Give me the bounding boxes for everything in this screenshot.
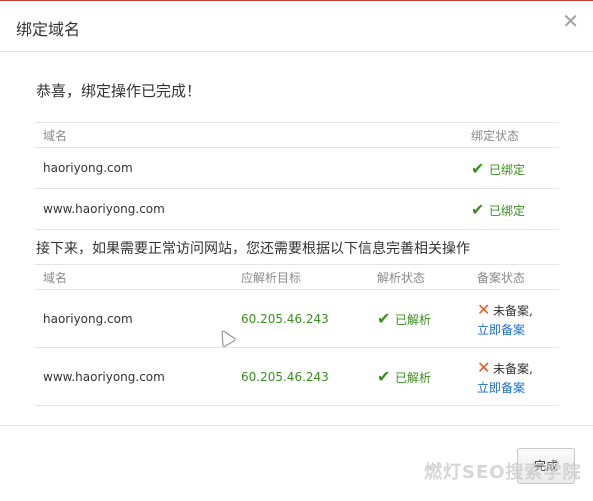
bind-domain-dialog: 绑定域名 ✕ 恭喜，绑定操作已完成！ 域名 绑定状态 haoriyong.com… xyxy=(0,0,593,500)
target-ip-cell: 60.205.46.243 xyxy=(233,289,369,348)
check-icon: ✔ xyxy=(471,199,485,219)
dns-status-cell: ✔ 已解析 xyxy=(369,289,469,348)
bind-status-text: 已绑定 xyxy=(489,203,526,218)
header-domain: 域名 xyxy=(35,264,233,290)
cross-icon: ✕ xyxy=(477,357,491,377)
header-domain: 域名 xyxy=(35,122,463,148)
bind-status-text: 已绑定 xyxy=(489,162,526,177)
dialog-header: 绑定域名 ✕ xyxy=(0,1,593,52)
watermark: 燃灯SEO搜索学院 xyxy=(424,462,582,483)
record-status-cell: ✕ 未备案, 立即备案 xyxy=(469,347,559,406)
table-row: haoriyong.com 60.205.46.243 ✔ 已解析 ✕ 未备案, 立… xyxy=(35,289,559,348)
domain-cell: www.haoriyong.com xyxy=(35,188,463,230)
domain-cell: haoriyong.com xyxy=(35,147,463,189)
check-icon: ✔ xyxy=(471,158,485,178)
header-bind-status: 绑定状态 xyxy=(463,122,559,148)
header-dns-status: 解析状态 xyxy=(369,264,469,290)
table-row: www.haoriyong.com ✔ 已绑定 xyxy=(35,188,559,230)
check-icon: ✔ xyxy=(377,367,391,386)
check-icon: ✔ xyxy=(377,309,391,328)
cross-icon: ✕ xyxy=(477,299,491,319)
domain-cell: www.haoriyong.com xyxy=(35,347,233,406)
bound-domains-table: 域名 绑定状态 haoriyong.com ✔ 已绑定 www.haoriyong… xyxy=(35,122,559,230)
record-status-cell: ✕ 未备案, 立即备案 xyxy=(469,289,559,348)
register-record-link[interactable]: 立即备案 xyxy=(477,321,559,338)
record-status-text: 未备案, xyxy=(493,303,533,318)
header-target: 应解析目标 xyxy=(233,264,369,290)
table-header-row: 域名 绑定状态 xyxy=(35,122,559,148)
target-ip-cell: 60.205.46.243 xyxy=(233,347,369,406)
bind-status-cell: ✔ 已绑定 xyxy=(463,188,559,230)
table-row: haoriyong.com ✔ 已绑定 xyxy=(35,147,559,189)
dns-status-cell: ✔ 已解析 xyxy=(369,347,469,406)
dns-record-table: 域名 应解析目标 解析状态 备案状态 haoriyong.com 60.205.… xyxy=(35,264,559,406)
table-row: www.haoriyong.com 60.205.46.243 ✔ 已解析 ✕ 未备… xyxy=(35,347,559,406)
close-icon[interactable]: ✕ xyxy=(562,11,579,31)
record-status-text: 未备案, xyxy=(493,361,533,376)
dialog-title: 绑定域名 xyxy=(16,20,81,39)
dns-status-text: 已解析 xyxy=(395,371,432,385)
register-record-link[interactable]: 立即备案 xyxy=(477,379,559,396)
next-steps-message: 接下来，如果需要正常访问网站，您还需要根据以下信息完善相关操作 xyxy=(36,241,470,257)
domain-cell: haoriyong.com xyxy=(35,289,233,348)
success-message: 恭喜，绑定操作已完成！ xyxy=(36,82,202,100)
bind-status-cell: ✔ 已绑定 xyxy=(463,147,559,189)
header-record-status: 备案状态 xyxy=(469,264,559,290)
table-header-row: 域名 应解析目标 解析状态 备案状态 xyxy=(35,264,559,290)
dns-status-text: 已解析 xyxy=(395,313,432,327)
